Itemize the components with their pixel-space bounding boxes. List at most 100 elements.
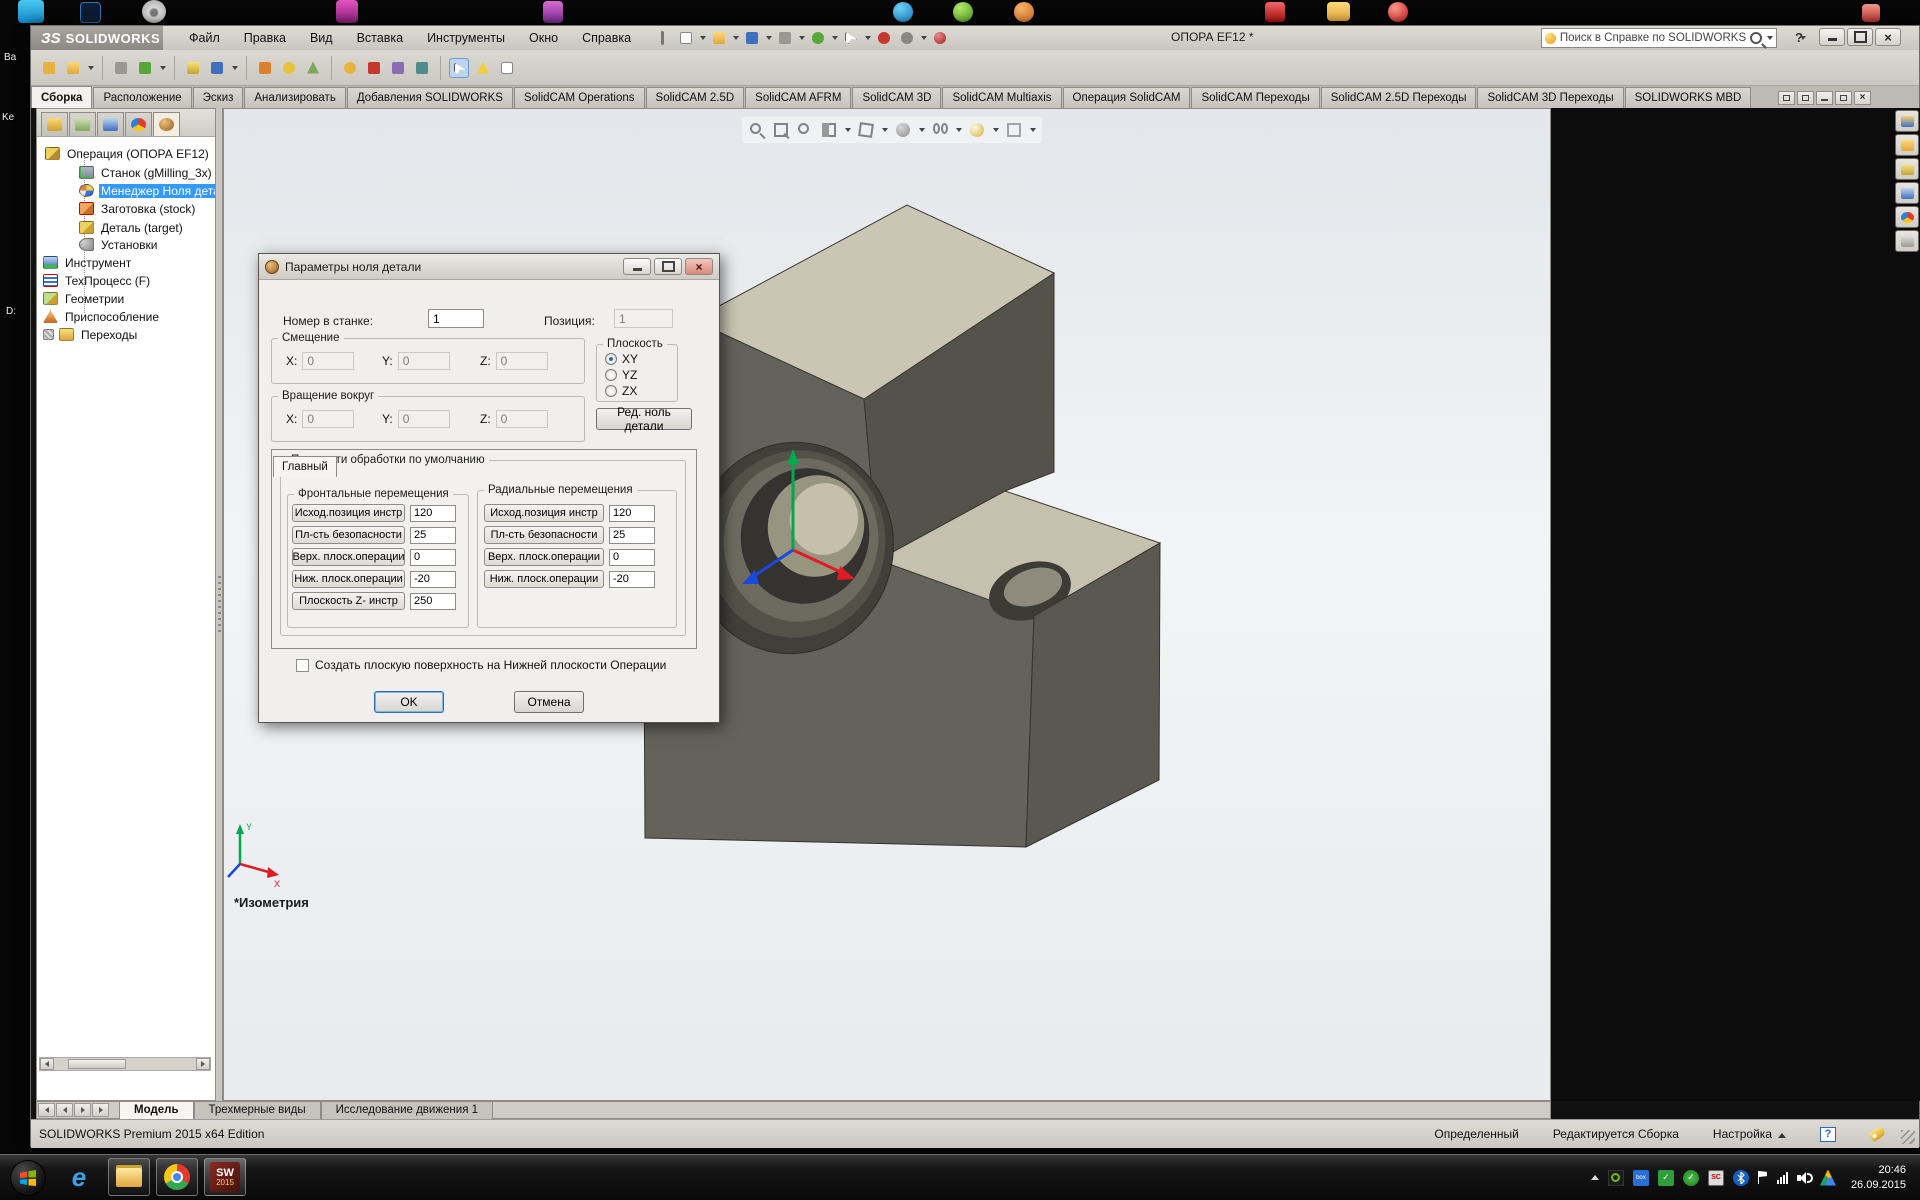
m-caret[interactable] [88, 66, 94, 70]
tab-solidcam-afrm[interactable]: SolidCAM AFRM [745, 87, 851, 108]
solidcam-gcode-icon[interactable] [412, 58, 432, 78]
dialog-maximize-icon[interactable] [654, 258, 682, 275]
mate-icon[interactable] [63, 58, 83, 78]
doc-close-icon[interactable]: × [1854, 91, 1871, 105]
menu-insert[interactable]: Вставка [345, 28, 415, 48]
last-tab-icon[interactable] [92, 1103, 109, 1117]
desktop-icon-green-app[interactable] [953, 2, 973, 22]
chrome-icon[interactable] [156, 1158, 198, 1196]
tree-item-techprocess[interactable]: ТехПроцесс (F) [43, 272, 152, 289]
dock-right-icon[interactable] [1797, 91, 1814, 105]
exploded-view-icon[interactable] [279, 58, 299, 78]
next-tab-icon[interactable] [74, 1103, 91, 1117]
custom-properties-icon[interactable] [1895, 230, 1919, 252]
desktop-icon-pink-app[interactable] [543, 1, 563, 23]
desktop-icon-sync[interactable] [18, 0, 44, 23]
mc-caret[interactable] [160, 66, 166, 70]
status-configuration[interactable]: Настройка [1713, 1127, 1786, 1141]
scroll-thumb[interactable] [68, 1059, 126, 1069]
reference-geometry-icon[interactable] [207, 58, 227, 78]
action-center-flag-icon[interactable] [1758, 1171, 1768, 1184]
print-caret[interactable] [799, 36, 805, 40]
tab-solidcam-3d-transitions[interactable]: SolidCAM 3D Переходы [1477, 87, 1623, 108]
menu-tools[interactable]: Инструменты [415, 28, 517, 48]
frontal-upper-plane-input[interactable] [410, 549, 456, 566]
menu-window[interactable]: Окно [517, 28, 570, 48]
first-tab-icon[interactable] [38, 1103, 55, 1117]
dialog-minimize-icon[interactable] [623, 258, 651, 275]
assembly-features-icon[interactable] [183, 58, 203, 78]
select-caret[interactable] [865, 36, 871, 40]
tab-layout[interactable]: Расположение [93, 87, 191, 108]
new-document-icon[interactable] [676, 28, 696, 48]
jobs-checkbox-icon[interactable] [43, 329, 54, 340]
desktop-icon-skype[interactable] [893, 2, 913, 22]
cancel-button[interactable]: Отмена [514, 691, 584, 713]
insert-component-icon[interactable] [39, 58, 59, 78]
tree-item-zero-manager[interactable]: Менеджер Ноля детали [79, 182, 215, 199]
search-icon[interactable] [1750, 32, 1762, 44]
panel-splitter[interactable] [216, 108, 223, 1101]
featuremanager-tab[interactable] [41, 112, 68, 136]
frontal-start-position-input[interactable] [410, 505, 456, 522]
tab-solidworks-mbd[interactable]: SOLIDWORKS MBD [1625, 87, 1752, 108]
appearance-icon[interactable] [930, 28, 950, 48]
network-signal-icon[interactable] [1777, 1172, 1788, 1184]
design-library-icon[interactable] [1895, 134, 1919, 156]
menu-file[interactable]: Файл [177, 28, 232, 48]
rebuild-icon[interactable] [874, 28, 894, 48]
resize-grip[interactable] [1901, 1130, 1915, 1144]
desktop-icon-orange-app[interactable] [1014, 2, 1034, 22]
frontal-clearance-button[interactable]: Пл-сть безопасности [292, 526, 405, 544]
move-component-icon[interactable] [135, 58, 155, 78]
tab-model[interactable]: Модель [119, 1102, 194, 1119]
tree-item-jobs[interactable]: Переходы [43, 326, 139, 343]
file-explorer-icon[interactable] [1895, 158, 1919, 180]
box-tray-icon[interactable]: box [1633, 1170, 1649, 1186]
dock-left-icon[interactable] [1778, 91, 1795, 105]
config-caret-icon[interactable] [1778, 1133, 1786, 1138]
options-icon[interactable] [897, 28, 917, 48]
dimxpertmanager-tab[interactable] [125, 112, 152, 136]
appearances-icon[interactable] [1895, 206, 1919, 228]
undo-caret[interactable] [832, 36, 838, 40]
radial-clearance-button[interactable]: Пл-сть безопасности [484, 526, 604, 544]
machine-number-input[interactable] [428, 309, 484, 328]
tab-solidcam-25d-transitions[interactable]: SolidCAM 2.5D Переходы [1321, 87, 1477, 108]
nvidia-tray-icon[interactable] [1608, 1170, 1624, 1186]
solidcam-calc-icon[interactable] [364, 58, 384, 78]
new-document-caret[interactable] [700, 36, 706, 40]
tab-solidcam-operations[interactable]: SolidCAM Operations [514, 87, 645, 108]
tab-solidcam-operation[interactable]: Операция SolidCAM [1063, 87, 1191, 108]
radial-start-position-input[interactable] [609, 505, 655, 522]
bom-icon[interactable] [255, 58, 275, 78]
menu-edit[interactable]: Правка [232, 28, 298, 48]
file-explorer-taskbar-icon[interactable] [108, 1158, 150, 1196]
frontal-clearance-input[interactable] [410, 527, 456, 544]
create-surface-checkbox[interactable] [296, 659, 309, 672]
notes-icon[interactable] [497, 58, 517, 78]
selection-filter-icon[interactable] [449, 58, 469, 78]
doc-minimize-icon[interactable] [1816, 91, 1833, 105]
frontal-start-position-button[interactable]: Исход.позиция инстр [292, 504, 405, 522]
tab-main[interactable]: Главный [273, 456, 337, 477]
radial-start-position-button[interactable]: Исход.позиция инстр [484, 504, 604, 522]
maximize-icon[interactable] [1847, 28, 1873, 46]
tab-solidcam-3d[interactable]: SolidCAM 3D [852, 87, 941, 108]
warning-icon[interactable] [473, 58, 493, 78]
radial-lower-plane-input[interactable] [609, 571, 655, 588]
frontal-z-tool-plane-button[interactable]: Плоскость Z- инстр [292, 592, 405, 610]
desktop-icon-disc[interactable] [142, 0, 166, 23]
desktop-icon-red-ball[interactable] [1388, 2, 1408, 22]
radial-upper-plane-button[interactable]: Верх. плоск.операции [484, 548, 604, 566]
internet-explorer-icon[interactable]: e [58, 1158, 100, 1196]
solidcam-simulate-icon[interactable] [388, 58, 408, 78]
tab-solidcam-25d[interactable]: SolidCAM 2.5D [646, 87, 745, 108]
smart-fasteners-icon[interactable] [111, 58, 131, 78]
close-icon[interactable]: × [1875, 28, 1901, 46]
tree-horizontal-scrollbar[interactable] [39, 1057, 211, 1071]
radial-upper-plane-input[interactable] [609, 549, 655, 566]
tab-sketch[interactable]: Эскиз [193, 87, 244, 108]
open-icon[interactable] [709, 28, 729, 48]
starcam-tray-icon[interactable]: SC [1708, 1170, 1724, 1186]
